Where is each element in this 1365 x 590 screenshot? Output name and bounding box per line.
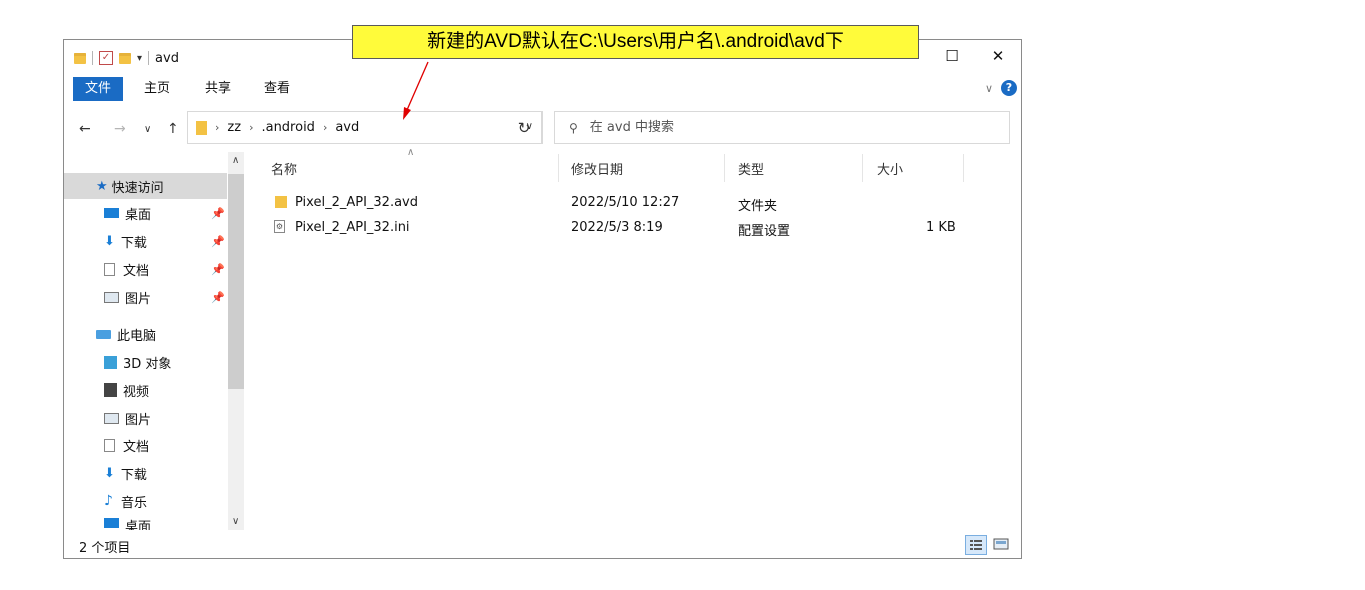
column-divider[interactable] [963, 154, 964, 182]
pin-icon[interactable]: 📌 [211, 235, 225, 248]
search-icon: ⚲ [569, 120, 578, 135]
help-icon[interactable]: ? [1001, 80, 1017, 96]
sidebar-item-label: 桌面 [125, 520, 152, 530]
document-icon [104, 262, 115, 276]
document-icon [104, 438, 115, 452]
sidebar-item-desktop-pc[interactable]: 桌面 [64, 516, 227, 530]
breadcrumb-android[interactable]: .android [261, 120, 314, 135]
star-icon: ★ [96, 178, 108, 194]
picture-icon [104, 291, 119, 303]
sidebar-item-quick-access[interactable]: ★ 快速访问 [64, 173, 227, 199]
sidebar-item-music[interactable]: ♪ 音乐 [64, 488, 227, 514]
picture-icon [104, 412, 119, 424]
maximize-button[interactable]: ☐ [929, 40, 975, 73]
sidebar-item-downloads[interactable]: ⬇ 下载 📌 [64, 228, 227, 254]
pin-icon[interactable]: 📌 [211, 291, 225, 304]
sidebar-item-label: 图片 [125, 291, 152, 307]
file-type: 文件夹 [738, 199, 778, 214]
cube-icon [104, 355, 117, 369]
sidebar-item-label: 音乐 [120, 495, 147, 511]
sidebar-item-label: 图片 [125, 412, 152, 428]
download-icon: ⬇ [104, 465, 115, 481]
refresh-icon[interactable]: ↻ [506, 111, 543, 144]
computer-icon [96, 329, 111, 339]
chevron-right-icon[interactable]: › [323, 121, 327, 134]
close-button[interactable]: ✕ [975, 40, 1021, 73]
breadcrumb-avd[interactable]: avd [335, 120, 359, 135]
pin-icon[interactable]: 📌 [211, 263, 225, 276]
column-divider[interactable] [724, 154, 725, 182]
music-note-icon: ♪ [104, 493, 113, 509]
scrollbar-thumb[interactable] [228, 174, 244, 389]
window-controls: ☐ ✕ [929, 40, 1021, 73]
settings-file-icon: ⚙ [274, 220, 285, 233]
file-name: Pixel_2_API_32.ini [295, 220, 410, 235]
sidebar-item-downloads-pc[interactable]: ⬇ 下载 [64, 460, 227, 486]
desktop-icon [104, 518, 119, 528]
sidebar-item-documents[interactable]: 文档 📌 [64, 256, 227, 282]
sidebar-item-label: 下载 [120, 467, 147, 483]
sort-ascending-icon: ∧ [407, 147, 415, 158]
column-divider[interactable] [558, 154, 559, 182]
navigation-pane: ★ 快速访问 桌面 📌 ⬇ 下载 📌 文档 📌 图片 📌 此电脑 3D 对象 视… [64, 40, 244, 530]
file-row[interactable]: ⚙ Pixel_2_API_32.ini 2022/5/3 8:19 配置设置 … [271, 216, 971, 241]
chevron-right-icon[interactable]: › [249, 121, 253, 134]
sidebar-item-pictures[interactable]: 图片 📌 [64, 284, 227, 310]
details-view-icon[interactable] [965, 535, 987, 555]
sidebar-item-desktop[interactable]: 桌面 📌 [64, 200, 227, 226]
large-icons-view-icon[interactable] [991, 535, 1013, 555]
column-header-size[interactable]: 大小 [877, 158, 903, 184]
sidebar-item-videos[interactable]: 视频 [64, 377, 227, 403]
sidebar-item-label: 下载 [120, 235, 147, 251]
sidebar-item-label: 文档 [123, 263, 150, 279]
tab-view[interactable]: 查看 [264, 77, 290, 101]
annotation-arrow-icon [403, 61, 429, 120]
download-icon: ⬇ [104, 233, 115, 249]
sidebar-item-label: 桌面 [125, 207, 152, 223]
search-box[interactable]: ⚲ [554, 111, 1010, 144]
file-type: 配置设置 [738, 224, 791, 239]
desktop-icon [104, 208, 119, 218]
sidebar-item-label: 文档 [123, 439, 150, 455]
sidebar-item-label: 此电脑 [117, 328, 157, 344]
pin-icon[interactable]: 📌 [211, 207, 225, 220]
sidebar-item-this-pc[interactable]: 此电脑 [64, 321, 227, 347]
explorer-window: ✓ ▾ avd ☐ ✕ 文件 主页 共享 查看 ∨ ? ← → ∨ ↑ › zz… [63, 39, 1022, 559]
film-icon [104, 383, 117, 397]
expand-ribbon-icon[interactable]: ∨ [985, 82, 993, 95]
sidebar-item-3d-objects[interactable]: 3D 对象 [64, 349, 227, 375]
column-header-modified[interactable]: 修改日期 [571, 158, 623, 184]
annotation-callout: 新建的AVD默认在C:\Users\用户名\.android\avd下 [352, 25, 919, 59]
file-row[interactable]: Pixel_2_API_32.avd 2022/5/10 12:27 文件夹 [271, 191, 971, 216]
sidebar-item-pictures-pc[interactable]: 图片 [64, 405, 227, 431]
scroll-down-icon[interactable]: ∨ [232, 516, 239, 527]
status-bar: 2 个项目 [64, 532, 1021, 558]
file-modified: 2022/5/3 8:19 [571, 220, 663, 235]
sidebar-item-label: 3D 对象 [123, 356, 172, 372]
sidebar-item-label: 视频 [123, 384, 150, 400]
scroll-up-icon[interactable]: ∧ [232, 155, 239, 166]
search-input[interactable] [587, 119, 972, 136]
file-size: 1 KB [926, 220, 956, 235]
column-divider[interactable] [862, 154, 863, 182]
sidebar-item-label: 快速访问 [111, 180, 164, 196]
sidebar-item-documents-pc[interactable]: 文档 [64, 432, 227, 458]
file-modified: 2022/5/10 12:27 [571, 195, 680, 210]
folder-icon [275, 196, 287, 208]
item-count: 2 个项目 [79, 541, 131, 556]
column-header-name[interactable]: 名称 [271, 158, 297, 184]
ribbon-right: ∨ ? [985, 80, 1017, 96]
file-name: Pixel_2_API_32.avd [295, 195, 418, 210]
column-header-type[interactable]: 类型 [738, 158, 764, 184]
